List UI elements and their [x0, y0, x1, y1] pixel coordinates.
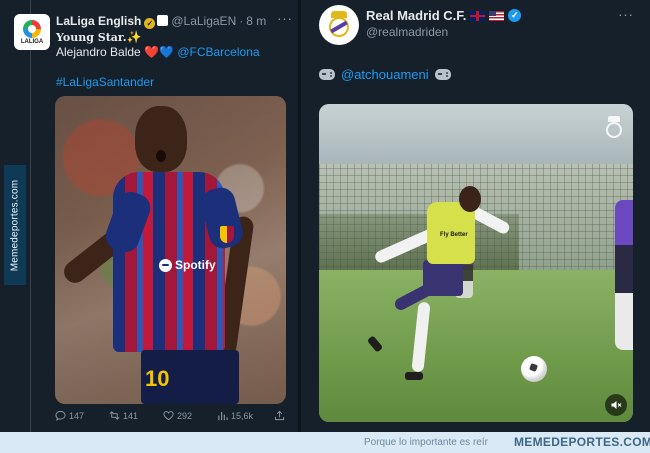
reply-count: 147: [69, 410, 85, 421]
reply-icon: [55, 410, 66, 421]
affiliate-badge-icon: [157, 15, 169, 26]
like-count: 292: [177, 410, 193, 421]
tweet-action-bar: 147 141 292 15,6k: [55, 410, 286, 424]
spotify-logo-icon: [159, 258, 172, 272]
gamepad-icon: [434, 69, 451, 80]
tweet-time[interactable]: 8 m: [246, 14, 266, 28]
tweet-video-training[interactable]: Fly Better: [319, 104, 633, 422]
tweet-header-realmadrid: Real Madrid C.F. ✓: [366, 8, 522, 23]
like-heart-icon: [163, 411, 174, 421]
verified-gold-check-icon: ✓: [144, 18, 156, 29]
realmadrid-avatar[interactable]: [319, 5, 359, 45]
player-shorts: [423, 260, 463, 296]
thread-divider-line: [30, 0, 31, 432]
retweet-action[interactable]: 141: [109, 410, 138, 421]
author-name[interactable]: Real Madrid C.F.: [366, 8, 466, 23]
laliga-logo-icon: [23, 19, 41, 38]
gamepad-icon: [319, 69, 335, 80]
grass-pitch: [319, 270, 633, 422]
sparkles-icon: ✨: [126, 30, 142, 44]
laliga-tweet-panel: Memedeportes.com LALIGA LaLiga English ✓ @…: [0, 0, 298, 432]
laliga-avatar[interactable]: LALIGA: [14, 14, 50, 50]
reply-action[interactable]: 147: [55, 410, 84, 421]
uk-flag-icon: [470, 10, 486, 21]
views-count: 15,6k: [231, 410, 254, 421]
player-head: [459, 186, 481, 212]
like-action[interactable]: 292: [163, 410, 192, 421]
sponsor-text: Spotify: [175, 258, 216, 272]
retweet-icon: [109, 411, 120, 420]
views-action[interactable]: 15,6k: [217, 410, 253, 421]
tweet-text-line1: Young Star.✨: [56, 30, 141, 44]
author-handle[interactable]: @LaLigaEN: [171, 14, 236, 28]
speaker-muted-icon: [611, 401, 622, 409]
retweet-count: 141: [123, 410, 139, 421]
tweet-photo-player[interactable]: Spotify 10: [55, 96, 286, 404]
share-action[interactable]: [274, 410, 285, 421]
blue-heart-icon: 💙: [159, 45, 174, 59]
shorts-number: 10: [145, 366, 170, 391]
footer-tagline: Porque lo importante es reír: [364, 437, 488, 448]
tweet-text: @atchouameni: [319, 67, 451, 82]
mute-button[interactable]: [605, 394, 627, 416]
jersey-sponsor: Spotify: [159, 258, 216, 272]
bib-sponsor-text: Fly Better: [440, 232, 468, 238]
realmadrid-tweet-panel: Real Madrid C.F. ✓ @realmadriden ··· @at…: [301, 0, 650, 432]
hashtag-link[interactable]: #LaLigaSantander: [56, 75, 154, 89]
mention-atchouameni[interactable]: @atchouameni: [341, 67, 429, 82]
more-options-icon[interactable]: ···: [277, 10, 293, 26]
us-flag-icon: [489, 10, 505, 21]
training-building: [319, 104, 633, 164]
realmadrid-watermark-icon: [603, 114, 625, 142]
barcelona-crest-icon: [220, 226, 234, 243]
football: [521, 356, 547, 382]
player-name: Alejandro Balde: [56, 45, 141, 59]
tweet-text-line2: Alejandro Balde ❤️💙 @FCBarcelona: [56, 45, 260, 59]
player-right-boot: [405, 372, 423, 380]
author-handle[interactable]: @realmadriden: [366, 25, 448, 39]
realmadrid-crest-icon: [327, 11, 351, 39]
time-separator: ·: [239, 14, 244, 28]
views-chart-icon: [218, 411, 228, 421]
young-star-text: Young Star.: [56, 31, 127, 44]
player-head: [135, 106, 187, 172]
memedeportes-footer: Porque lo importante es reír MEMEDEPORTE…: [0, 432, 650, 453]
mention-fcbarcelona[interactable]: @FCBarcelona: [177, 45, 259, 59]
author-name[interactable]: LaLiga English: [56, 14, 141, 28]
share-icon: [274, 410, 285, 421]
player-mouth: [156, 150, 166, 162]
edge-player: [615, 200, 633, 350]
footer-brand[interactable]: MEMEDEPORTES.COM: [514, 435, 650, 449]
verified-blue-check-icon: ✓: [508, 9, 522, 22]
watermark-text: Memedeportes.com: [9, 179, 21, 271]
tweet-header-laliga: LaLiga English ✓ @LaLigaEN · 8 m: [56, 14, 266, 29]
red-heart-icon: ❤️: [144, 45, 160, 59]
more-options-icon[interactable]: ···: [618, 6, 634, 22]
memedeportes-vertical-watermark: Memedeportes.com: [4, 165, 26, 285]
laliga-logo-text: LALIGA: [20, 38, 44, 45]
